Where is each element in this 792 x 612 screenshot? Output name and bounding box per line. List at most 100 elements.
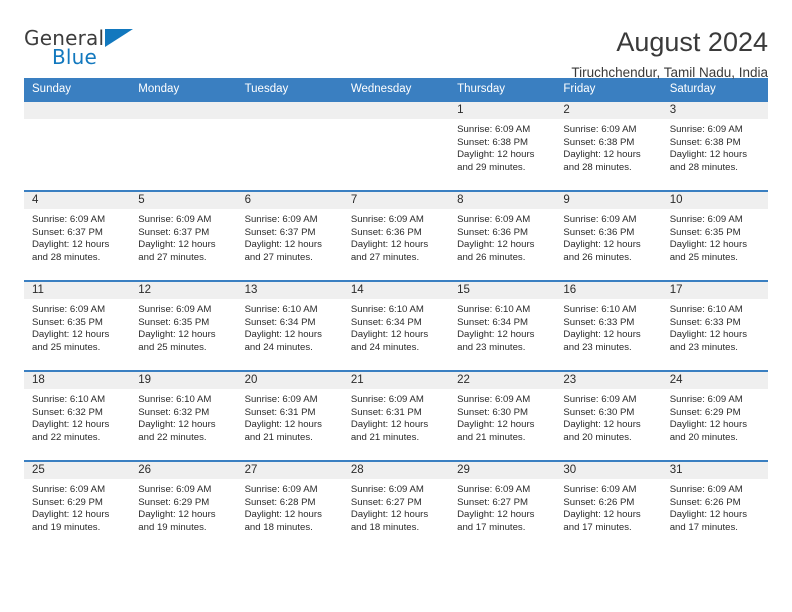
sunrise-text: Sunrise: 6:09 AM — [244, 394, 318, 405]
day-number — [24, 102, 131, 119]
day-details: Sunrise: 6:09 AM Sunset: 6:38 PM Daylight:… — [449, 119, 555, 174]
daylight-text-line2: and 18 minutes. — [350, 521, 420, 533]
calendar-day-cell[interactable]: 4 Sunrise: 6:09 AM Sunset: 6:37 PM Daylight… — [24, 190, 131, 281]
day-details: Sunrise: 6:09 AM Sunset: 6:27 PM Daylight:… — [449, 479, 555, 534]
calendar-day-cell[interactable]: 10 Sunrise: 6:09 AM Sunset: 6:35 PM Dayligh… — [661, 190, 768, 281]
calendar-day-cell[interactable]: 18 Sunrise: 6:10 AM Sunset: 6:32 PM Dayligh… — [24, 370, 131, 461]
sunrise-text: Sunrise: 6:10 AM — [669, 304, 743, 315]
sunrise-text: Sunrise: 6:09 AM — [350, 484, 424, 495]
daylight-text-line2: and 17 minutes. — [563, 521, 632, 533]
day-number: 10 — [661, 192, 768, 209]
sunset-text: Sunset: 6:36 PM — [457, 226, 529, 238]
sunrise-text: Sunrise: 6:09 AM — [669, 214, 743, 225]
daylight-text-line2: and 19 minutes. — [138, 521, 207, 533]
calendar-day-cell[interactable]: 29 Sunrise: 6:09 AM Sunset: 6:27 PM Dayligh… — [449, 460, 556, 550]
calendar-day-cell[interactable]: 12 Sunrise: 6:09 AM Sunset: 6:35 PM Dayligh… — [130, 280, 237, 371]
sunrise-text: Sunrise: 6:09 AM — [669, 394, 743, 405]
calendar-day-cell[interactable]: 21 Sunrise: 6:09 AM Sunset: 6:31 PM Dayligh… — [342, 370, 450, 461]
calendar-day-cell[interactable]: 2 Sunrise: 6:09 AM Sunset: 6:38 PM Daylight… — [555, 100, 662, 191]
daylight-text-line2: and 22 minutes. — [138, 431, 207, 443]
daylight-text-line1: Daylight: 12 hours — [457, 239, 535, 251]
calendar-day-cell[interactable]: 9 Sunrise: 6:09 AM Sunset: 6:36 PM Daylight… — [555, 190, 662, 281]
daylight-text-line2: and 21 minutes. — [457, 431, 526, 443]
calendar-day-cell[interactable]: 15 Sunrise: 6:10 AM Sunset: 6:34 PM Dayligh… — [449, 280, 556, 371]
day-details: Sunrise: 6:09 AM Sunset: 6:38 PM Daylight:… — [555, 119, 661, 174]
day-number: 7 — [342, 192, 450, 209]
calendar-day-cell[interactable]: 26 Sunrise: 6:09 AM Sunset: 6:29 PM Dayligh… — [130, 460, 237, 550]
sunrise-text: Sunrise: 6:09 AM — [350, 394, 424, 405]
day-details: Sunrise: 6:09 AM Sunset: 6:38 PM Daylight:… — [662, 119, 768, 174]
day-details: Sunrise: 6:09 AM Sunset: 6:31 PM Daylight:… — [343, 389, 449, 444]
day-details: Sunrise: 6:10 AM Sunset: 6:33 PM Daylight:… — [555, 299, 661, 354]
calendar-day-cell[interactable]: 6 Sunrise: 6:09 AM Sunset: 6:37 PM Daylight… — [236, 190, 343, 281]
daylight-text-line2: and 27 minutes. — [350, 251, 420, 263]
logo-word-blue: Blue — [52, 45, 98, 69]
sunset-text: Sunset: 6:30 PM — [457, 406, 529, 418]
day-details: Sunrise: 6:09 AM Sunset: 6:37 PM Daylight:… — [24, 209, 130, 264]
page-header: General Blue August 2024 Tiruchchendur, … — [24, 0, 768, 80]
daylight-text-line2: and 20 minutes. — [563, 431, 632, 443]
calendar-day-cell[interactable]: 20 Sunrise: 6:09 AM Sunset: 6:31 PM Dayligh… — [236, 370, 343, 461]
sunrise-text: Sunrise: 6:09 AM — [244, 484, 318, 495]
logo-triangle-icon — [105, 29, 133, 47]
day-number — [236, 102, 343, 119]
calendar-day-cell[interactable]: 22 Sunrise: 6:09 AM Sunset: 6:30 PM Dayligh… — [449, 370, 556, 461]
day-details: Sunrise: 6:10 AM Sunset: 6:34 PM Daylight:… — [343, 299, 449, 354]
daylight-text-line1: Daylight: 12 hours — [563, 329, 641, 341]
day-number: 5 — [130, 192, 237, 209]
sunrise-text: Sunrise: 6:09 AM — [32, 304, 106, 315]
calendar-day-cell[interactable]: 19 Sunrise: 6:10 AM Sunset: 6:32 PM Dayligh… — [130, 370, 237, 461]
calendar-day-cell[interactable]: 28 Sunrise: 6:09 AM Sunset: 6:27 PM Dayligh… — [342, 460, 450, 550]
sunrise-text: Sunrise: 6:09 AM — [563, 214, 637, 225]
calendar-day-cell[interactable]: 5 Sunrise: 6:09 AM Sunset: 6:37 PM Daylight… — [130, 190, 237, 281]
day-number: 20 — [236, 372, 343, 389]
day-number: 3 — [661, 102, 768, 119]
calendar-day-cell[interactable]: 17 Sunrise: 6:10 AM Sunset: 6:33 PM Dayligh… — [661, 280, 768, 371]
month-calendar: Sunday Monday Tuesday Wednesday Thursday… — [24, 78, 768, 550]
calendar-day-cell[interactable]: 8 Sunrise: 6:09 AM Sunset: 6:36 PM Daylight… — [449, 190, 556, 281]
daylight-text-line2: and 26 minutes. — [457, 251, 526, 263]
calendar-day-cell[interactable]: 3 Sunrise: 6:09 AM Sunset: 6:38 PM Daylight… — [661, 100, 768, 191]
sunset-text: Sunset: 6:38 PM — [457, 136, 529, 148]
day-details: Sunrise: 6:09 AM Sunset: 6:37 PM Daylight:… — [237, 209, 343, 264]
sunrise-text: Sunrise: 6:09 AM — [138, 484, 212, 495]
daylight-text-line2: and 28 minutes. — [669, 161, 738, 173]
calendar-week-row: 25 Sunrise: 6:09 AM Sunset: 6:29 PM Dayligh… — [24, 460, 768, 550]
daylight-text-line1: Daylight: 12 hours — [244, 329, 322, 341]
calendar-day-cell[interactable]: 16 Sunrise: 6:10 AM Sunset: 6:33 PM Dayligh… — [555, 280, 662, 371]
day-number: 1 — [449, 102, 556, 119]
calendar-day-cell[interactable]: 14 Sunrise: 6:10 AM Sunset: 6:34 PM Dayligh… — [342, 280, 450, 371]
calendar-day-cell[interactable]: 11 Sunrise: 6:09 AM Sunset: 6:35 PM Dayligh… — [24, 280, 131, 371]
calendar-day-cell[interactable]: 31 Sunrise: 6:09 AM Sunset: 6:26 PM Dayligh… — [661, 460, 768, 550]
day-number: 18 — [24, 372, 131, 389]
sunset-text: Sunset: 6:29 PM — [32, 496, 103, 508]
day-number: 11 — [24, 282, 131, 299]
calendar-day-cell[interactable]: 25 Sunrise: 6:09 AM Sunset: 6:29 PM Dayligh… — [24, 460, 131, 550]
day-details: Sunrise: 6:09 AM Sunset: 6:29 PM Daylight:… — [24, 479, 130, 534]
location-subtitle: Tiruchchendur, Tamil Nadu, India — [571, 65, 768, 80]
sunset-text: Sunset: 6:33 PM — [669, 316, 741, 328]
calendar-week-row: 11 Sunrise: 6:09 AM Sunset: 6:35 PM Dayligh… — [24, 280, 768, 371]
calendar-day-cell[interactable]: 23 Sunrise: 6:09 AM Sunset: 6:30 PM Dayligh… — [555, 370, 662, 461]
calendar-day-cell[interactable]: 7 Sunrise: 6:09 AM Sunset: 6:36 PM Daylight… — [342, 190, 450, 281]
daylight-text-line2: and 19 minutes. — [32, 521, 101, 533]
sunrise-text: Sunrise: 6:09 AM — [457, 124, 531, 135]
calendar-day-cell[interactable]: 30 Sunrise: 6:09 AM Sunset: 6:26 PM Dayligh… — [555, 460, 662, 550]
daylight-text-line1: Daylight: 12 hours — [138, 239, 216, 251]
weekday-header-thursday: Thursday — [449, 78, 556, 101]
day-number: 19 — [130, 372, 237, 389]
sunset-text: Sunset: 6:35 PM — [669, 226, 741, 238]
daylight-text-line2: and 21 minutes. — [244, 431, 313, 443]
day-number: 30 — [555, 462, 662, 479]
weekday-header-tuesday: Tuesday — [236, 78, 343, 101]
daylight-text-line1: Daylight: 12 hours — [138, 329, 216, 341]
daylight-text-line1: Daylight: 12 hours — [32, 509, 110, 521]
calendar-day-cell[interactable]: 1 Sunrise: 6:09 AM Sunset: 6:38 PM Daylight… — [449, 100, 556, 191]
calendar-day-cell[interactable]: 27 Sunrise: 6:09 AM Sunset: 6:28 PM Dayligh… — [236, 460, 343, 550]
weekday-header-sunday: Sunday — [24, 78, 131, 101]
calendar-day-cell[interactable]: 24 Sunrise: 6:09 AM Sunset: 6:29 PM Dayligh… — [661, 370, 768, 461]
day-number: 27 — [236, 462, 343, 479]
sunrise-text: Sunrise: 6:09 AM — [457, 214, 531, 225]
calendar-day-cell[interactable]: 13 Sunrise: 6:10 AM Sunset: 6:34 PM Dayligh… — [236, 280, 343, 371]
sunset-text: Sunset: 6:36 PM — [350, 226, 422, 238]
